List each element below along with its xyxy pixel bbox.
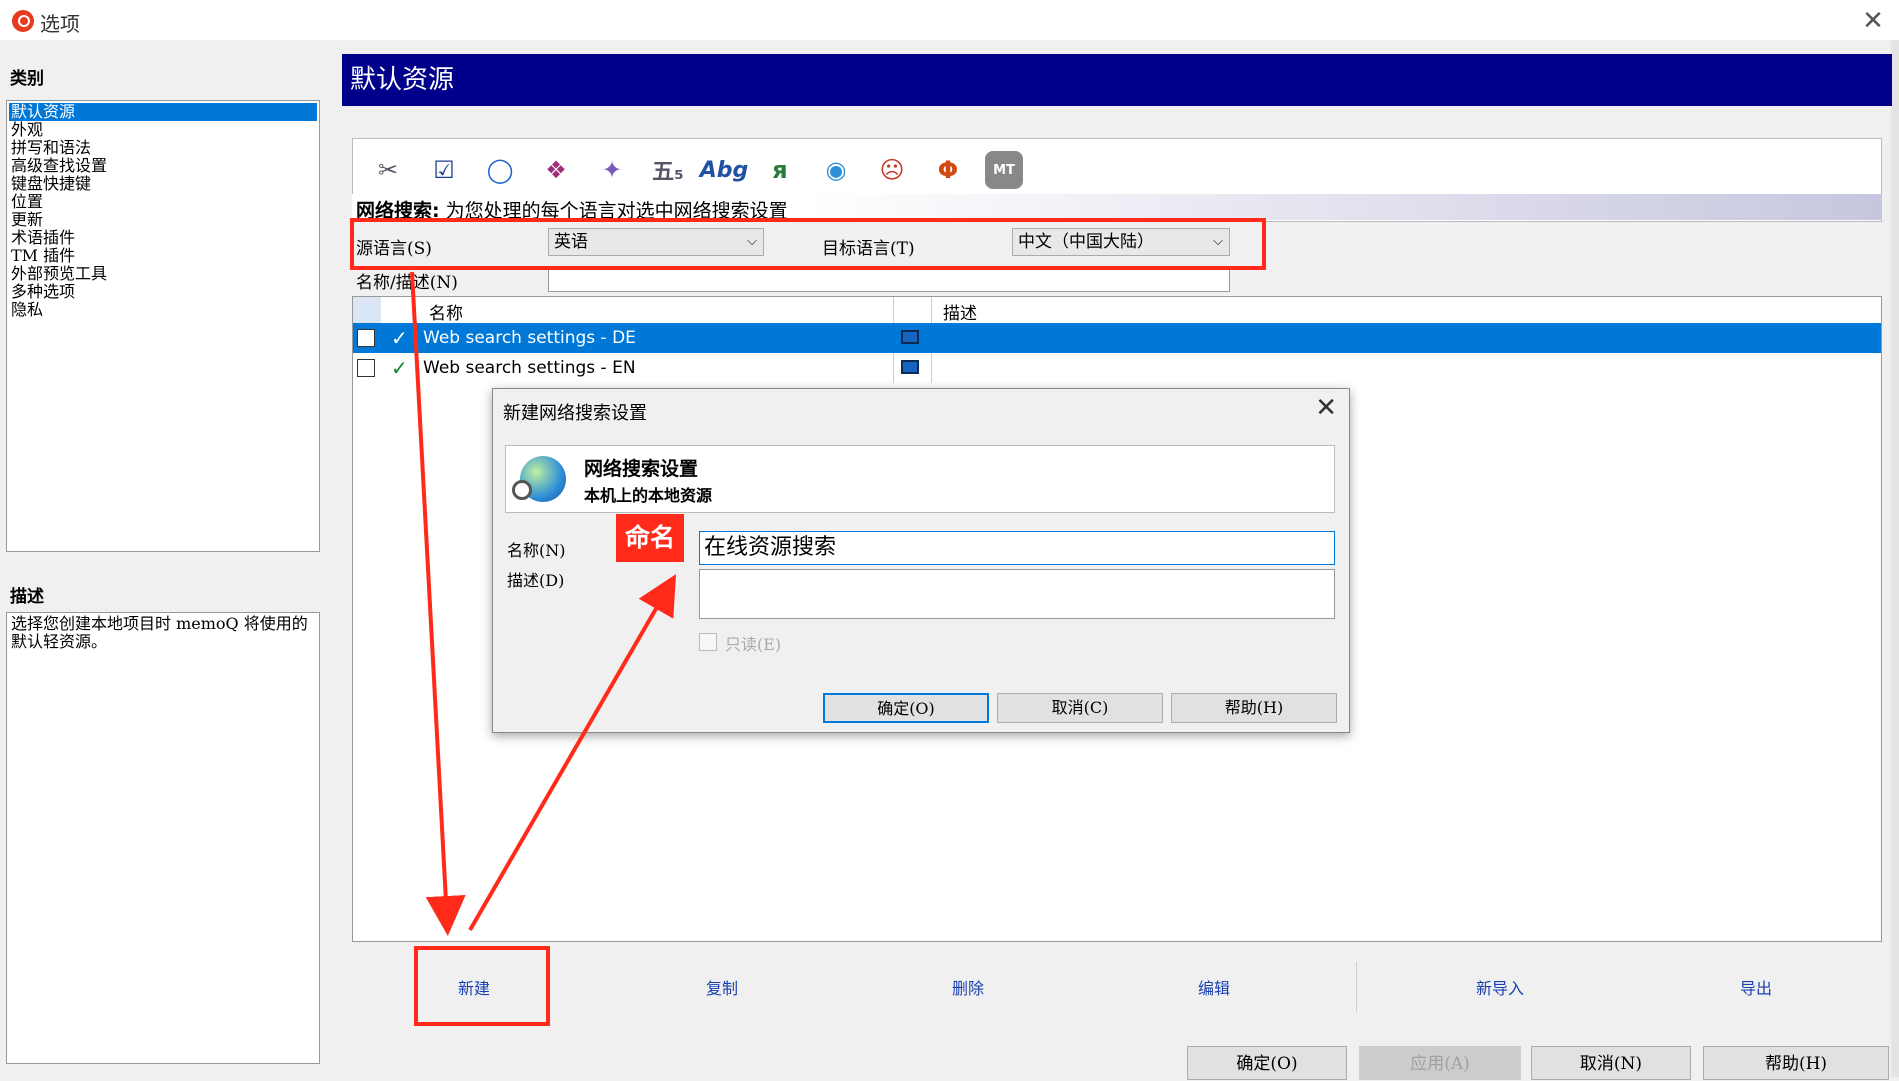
arrow-down-to-new <box>410 271 466 936</box>
annotation-arrows <box>410 271 677 936</box>
arrow-up-to-name <box>468 574 677 932</box>
